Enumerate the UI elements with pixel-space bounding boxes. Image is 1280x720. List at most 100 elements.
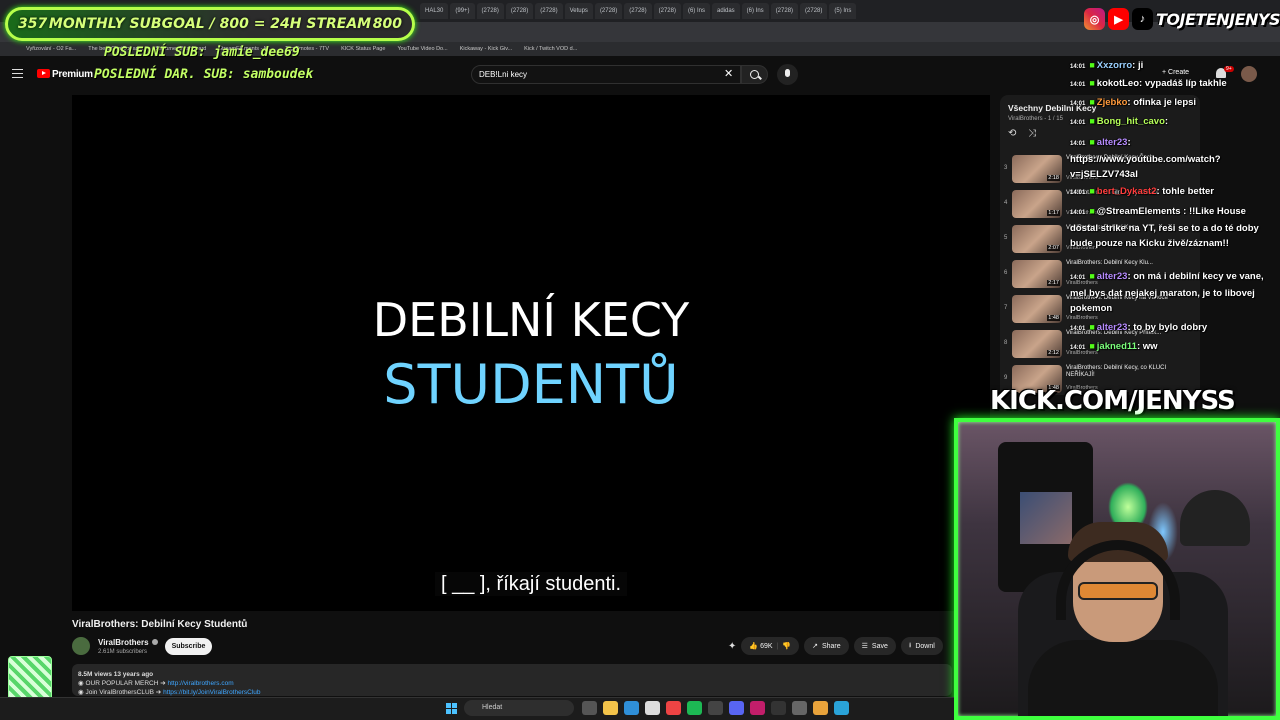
video-title: ViralBrothers: Debilní Kecy Studentů bbox=[72, 619, 248, 630]
hamburger-menu-icon[interactable] bbox=[12, 69, 23, 78]
kick-badge-icon: ■ bbox=[1089, 137, 1095, 147]
view-count: 8.5M views 13 years ago bbox=[78, 671, 154, 678]
video-frame-title-line2: STUDENTŮ bbox=[383, 353, 679, 416]
channel-name[interactable]: ViralBrothers bbox=[98, 638, 158, 647]
chat-username: jakned11 bbox=[1096, 341, 1137, 352]
browser-tab[interactable]: (2728) bbox=[624, 3, 652, 19]
edge-icon[interactable] bbox=[624, 701, 639, 715]
chat-message: 14:01 ■ alter23: to by bylo dobry bbox=[1070, 320, 1270, 337]
bookmark-item[interactable]: KICK Status Page bbox=[341, 46, 385, 52]
chat-timestamp: 14:01 bbox=[1070, 120, 1086, 126]
streamer-handle: TOJETENJENYS bbox=[1156, 9, 1280, 29]
chat-username: alter23 bbox=[1096, 322, 1128, 333]
subscriber-count: 2.61M subscribers bbox=[98, 649, 148, 655]
playlist-item-duration: 2:17 bbox=[1047, 280, 1060, 286]
playlist-item-number: 6 bbox=[1004, 270, 1008, 276]
video-frame-title-line1: DEBILNÍ KECY bbox=[372, 293, 690, 347]
taskbar-apps bbox=[582, 701, 849, 715]
sparkle-icon[interactable]: ✦ bbox=[728, 641, 736, 652]
loop-icon[interactable]: ⟲ bbox=[1008, 128, 1016, 139]
bookmark-item[interactable]: Kick / Twitch VOD d... bbox=[524, 46, 577, 52]
browser-tab[interactable]: (2728) bbox=[653, 3, 681, 19]
next-app-icon[interactable] bbox=[750, 701, 765, 715]
obs-icon[interactable] bbox=[708, 701, 723, 715]
orange-glasses bbox=[1078, 582, 1158, 600]
task-view-icon[interactable] bbox=[582, 701, 597, 715]
download-label: Downl bbox=[915, 642, 935, 650]
app-icon-1[interactable] bbox=[771, 701, 786, 715]
browser-tab[interactable]: Vetups bbox=[564, 3, 593, 19]
clear-search-icon[interactable]: ✕ bbox=[724, 67, 733, 80]
chat-message: 14:01 ■ Bong_hit_cavo: bbox=[1070, 114, 1270, 131]
browser-tab[interactable]: (2728) bbox=[800, 3, 828, 19]
browser-tab[interactable]: (2728) bbox=[505, 3, 534, 19]
chat-timestamp: 14:01 bbox=[1070, 82, 1086, 88]
playlist-item-number: 3 bbox=[1004, 165, 1008, 171]
save-icon: ☰ bbox=[861, 643, 868, 650]
download-icon: ⭳ bbox=[908, 641, 912, 649]
merch-link[interactable]: http://viralbrothers.com bbox=[168, 680, 234, 687]
spotify-icon[interactable] bbox=[687, 701, 702, 715]
playlist-item-thumbnail[interactable]: 2:12 bbox=[1012, 330, 1062, 358]
playlist-item-thumbnail[interactable]: 2:18 bbox=[1012, 155, 1062, 183]
playlist-item-thumbnail[interactable]: 1:48 bbox=[1012, 295, 1062, 323]
playlist-subtitle: ViralBrothers - 1 / 15 bbox=[1008, 116, 1063, 122]
chat-username: Xxzorro bbox=[1096, 60, 1133, 71]
settings-icon[interactable] bbox=[792, 701, 807, 715]
channel-avatar[interactable] bbox=[72, 637, 90, 655]
chat-text: : ofinka je lepsi bbox=[1127, 97, 1197, 108]
browser-tab[interactable]: (2728) bbox=[535, 3, 563, 19]
browser-tab[interactable]: (6) Ins bbox=[741, 3, 769, 19]
chat-message: 14:01 ■ alter23: https://www.youtube.com/w… bbox=[1070, 135, 1270, 182]
playlist-item-duration: 1:17 bbox=[1047, 210, 1060, 216]
dislike-button[interactable]: 👎 bbox=[782, 642, 791, 650]
chrome-icon[interactable] bbox=[666, 701, 681, 715]
chat-message: 14:01 ■ bert_Dykast2: tohle better bbox=[1070, 184, 1270, 201]
like-dislike-group: 👍 69K | 👎 bbox=[741, 637, 800, 655]
browser-tab[interactable]: adidas bbox=[711, 3, 740, 19]
download-button[interactable]: ⭳ Downl bbox=[900, 637, 943, 655]
save-button[interactable]: ☰ Save bbox=[853, 637, 896, 655]
playlist-item-thumbnail[interactable]: 2:07 bbox=[1012, 225, 1062, 253]
app-icon-2[interactable] bbox=[834, 701, 849, 715]
like-button[interactable]: 👍 69K bbox=[749, 642, 772, 650]
bookmark-item[interactable]: Kickaway - Kick Giv... bbox=[460, 46, 512, 52]
youtube-icon: ▶ bbox=[1108, 8, 1129, 30]
store-icon[interactable] bbox=[645, 701, 660, 715]
browser-tab[interactable]: (2728) bbox=[770, 3, 799, 19]
search-button[interactable] bbox=[741, 65, 768, 84]
playlist-item-title: ViralBrothers: Debilní Kecy, co KLUCI NE… bbox=[1066, 365, 1167, 378]
youtube-logo-icon[interactable] bbox=[37, 69, 50, 78]
chat-username: bert_Dykast2 bbox=[1096, 186, 1157, 197]
club-link[interactable]: https://bit.ly/JoinViralBrothersClub bbox=[163, 689, 260, 696]
kick-badge-icon: ■ bbox=[1089, 78, 1095, 88]
voice-search-icon[interactable] bbox=[777, 64, 798, 85]
kick-badge-icon: ■ bbox=[1089, 341, 1095, 351]
browser-tab[interactable]: (2728) bbox=[594, 3, 623, 19]
file-explorer-icon[interactable] bbox=[603, 701, 618, 715]
browser-tab[interactable]: (2728) bbox=[476, 3, 504, 19]
chat-text: : vypadáš líp takhle bbox=[1139, 78, 1227, 89]
browser-tab[interactable]: (5) Ins bbox=[829, 3, 857, 19]
windows-start-icon[interactable] bbox=[446, 703, 457, 714]
subscribe-button[interactable]: Subscribe bbox=[165, 638, 212, 655]
video-player[interactable]: DEBILNÍ KECY STUDENTŮ [ __ ], říkají stu… bbox=[72, 95, 990, 611]
chat-text: @StreamElements : !!Like House dostal st… bbox=[1070, 206, 1259, 249]
share-icon: ↗ bbox=[812, 643, 818, 650]
browser-tab[interactable]: HAL30 bbox=[420, 3, 449, 19]
chrome-icon-2[interactable] bbox=[813, 701, 828, 715]
shuffle-icon[interactable]: ⤨ bbox=[1028, 128, 1036, 139]
youtube-premium-label[interactable]: Premium bbox=[52, 69, 93, 80]
browser-tab[interactable]: (99+) bbox=[450, 3, 475, 19]
bookmark-item[interactable]: YouTube Video Do... bbox=[397, 46, 447, 52]
save-label: Save bbox=[871, 642, 888, 650]
video-description[interactable]: 8.5M views 13 years ago ◉ OUR POPULAR ME… bbox=[72, 664, 952, 696]
share-button[interactable]: ↗ Share bbox=[804, 637, 849, 655]
taskbar-search[interactable]: Hledat bbox=[464, 700, 574, 716]
search-input[interactable]: DEB!Lni kecy bbox=[471, 65, 741, 84]
browser-tab[interactable]: (6) Ins bbox=[682, 3, 710, 19]
discord-icon[interactable] bbox=[729, 701, 744, 715]
playlist-item-thumbnail[interactable]: 2:17 bbox=[1012, 260, 1062, 288]
bookmark-item[interactable]: Vyřizování - O2 Fa... bbox=[26, 46, 76, 52]
playlist-item-thumbnail[interactable]: 1:17 bbox=[1012, 190, 1062, 218]
